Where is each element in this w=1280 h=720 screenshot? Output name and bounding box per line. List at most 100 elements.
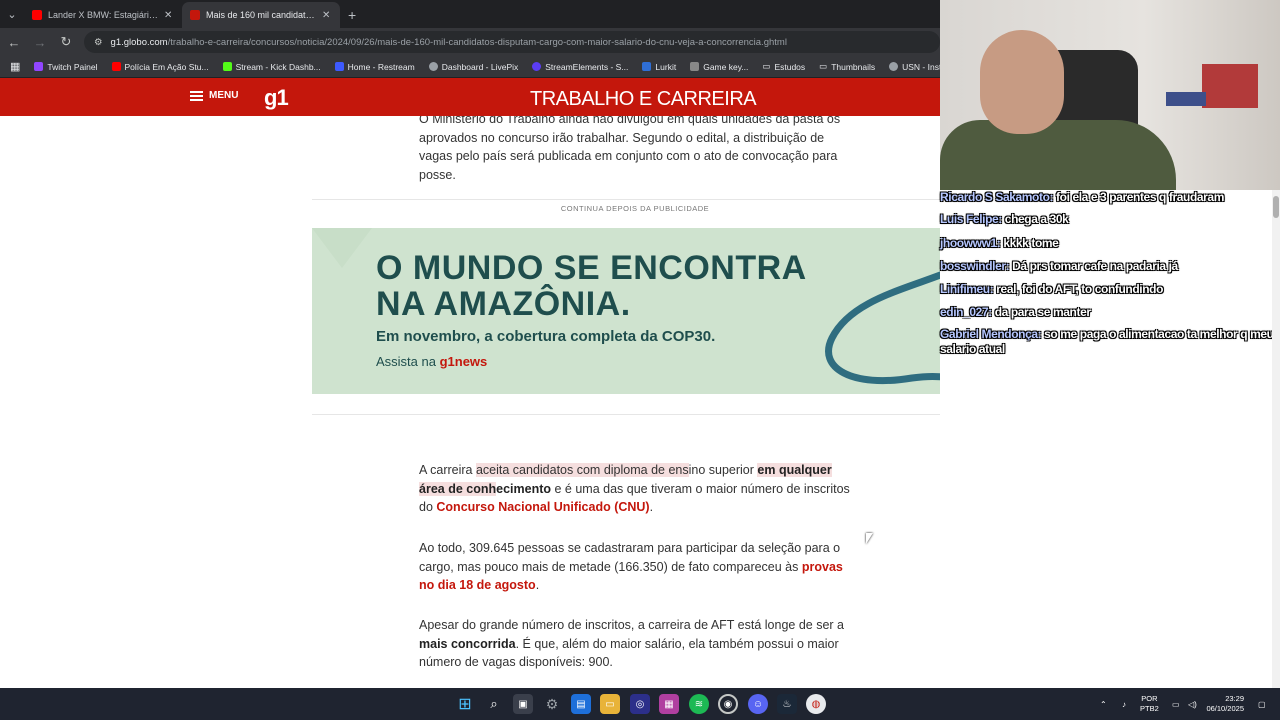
tab-g1-article[interactable]: Mais de 160 mil candidatos disp ✕ [182,2,340,28]
language-code: POR [1141,694,1158,703]
search-icon[interactable]: ⌕ [484,694,504,714]
photos-icon[interactable]: ▤ [571,694,591,714]
bold-text: mais concorrida [419,636,516,651]
steam-icon[interactable]: ♨ [777,694,797,714]
chat-overlay: Ricardo S Sakamoto: foi ela e 3 parentes… [940,190,1280,688]
windows-start-icon[interactable]: ⊞ [455,694,475,714]
bookmark-policia[interactable]: Polícia Em Ação Stu... [106,62,215,72]
highlighted-text: aceita candidatos com diploma de ens [475,463,689,477]
bookmark-folder-estudos[interactable]: ▭ Estudos [756,61,811,72]
bookmark-kick[interactable]: Stream - Kick Dashb... [217,62,327,72]
new-tab-button[interactable]: + [340,2,364,28]
streaming-app-icon[interactable]: ▦ [659,694,679,714]
notifications-icon[interactable]: ▢ [1258,688,1266,720]
chat-text: da para se manter [991,305,1091,319]
url-path: /trabalho-e-carreira/concursos/noticia/2… [167,36,787,48]
youtube-icon [111,62,121,71]
chrome-icon[interactable]: ◍ [806,694,826,714]
settings-icon[interactable]: ⚙ [542,694,562,714]
chat-text: chega a 30k [1001,212,1069,226]
bookmark-label: StreamElements - S... [545,61,629,72]
close-icon[interactable]: ✕ [322,10,332,21]
tab-search-icon[interactable]: ⌄ [0,0,24,28]
scrollbar-thumb[interactable] [1273,196,1279,218]
bookmark-label: Game key... [703,61,749,72]
site-info-icon[interactable]: ⚙ [94,37,103,48]
forward-icon[interactable]: → [28,30,52,54]
ad-label: CONTINUA DEPOIS DA PUBLICIDADE [560,204,710,213]
tab-lander-x-bmw[interactable]: Lander X BMW: Estagiário de Inves ✕ [24,2,182,28]
webcam-shelf-object [1202,64,1258,108]
ad-headline-line: NA AMAZÔNIA. [376,285,631,323]
bookmark-streamelements[interactable]: StreamElements - S... [526,62,634,72]
back-icon[interactable]: ← [2,30,26,54]
hamburger-icon [190,90,203,101]
livepix-icon [428,62,438,71]
text-span: ino superior [688,463,758,477]
webcam-shelf-object [1166,92,1206,106]
bookmark-lurkit[interactable]: Lurkit [636,62,682,72]
bookmark-label: Home - Restream [347,61,415,72]
discord-icon[interactable]: ☺ [748,694,768,714]
close-icon[interactable]: ✕ [164,10,174,21]
bookmark-livepix[interactable]: Dashboard - LivePix [423,62,525,72]
system-clock[interactable]: 23:29 06/10/2025 [1206,694,1244,714]
bookmark-folder-thumbnails[interactable]: ▭ Thumbnails [813,61,881,72]
microphone-icon[interactable]: ♪ [1122,688,1126,720]
obs-icon[interactable]: ◉ [718,694,738,714]
file-explorer-icon[interactable]: ▭ [600,694,620,714]
section-title[interactable]: TRABALHO E CARREIRA [530,88,757,111]
bookmark-label: Polícia Em Ação Stu... [124,61,209,72]
bookmark-label: Twitch Painel [47,61,98,72]
ad-headline-line: O MUNDO SE ENCONTRA [376,249,807,287]
advertisement-banner[interactable]: O MUNDO SE ENCONTRA NA AMAZÔNIA. Em nove… [312,228,940,394]
bookmark-label: Lurkit [655,61,677,72]
g1-logo[interactable]: g1 [264,85,289,111]
bookmark-label: USN - Instituto Jone... [902,61,940,72]
input-language[interactable]: POR PTB2 [1140,694,1159,714]
bookmark-usn[interactable]: USN - Instituto Jone... [883,62,940,72]
article-paragraph: O Ministério do Trabalho ainda não divul… [419,116,841,182]
chat-username: edin_027: [940,305,992,319]
divider [312,414,940,415]
address-bar[interactable]: ⚙ g1.globo.com/trabalho-e-carreira/concu… [84,31,940,53]
spotify-icon[interactable]: ≋ [689,694,709,714]
bookmark-label: Estudos [774,61,806,72]
bookmark-label: Stream - Kick Dashb... [235,61,321,72]
article-paragraph: Ao todo, 309.645 pessoas se cadastraram … [419,539,859,595]
volume-icon[interactable]: ◁) [1188,688,1197,720]
clock-time: 23:29 [1225,694,1244,703]
menu-label: MENU [209,90,239,101]
bold-text: ecimento [496,481,552,496]
chat-message: bosswindler: Dá prs tomar cafe na padari… [940,259,1276,274]
youtube-icon [32,10,42,20]
usn-icon [889,62,899,71]
lurkit-icon [642,62,652,71]
site-header: MENU g1 TRABALHO E CARREIRA [0,78,940,116]
chat-username: Luis Felipe: [940,212,1002,226]
browser-toolbar: ← → ↻ ⚙ g1.globo.com/trabalho-e-carreira… [0,28,940,56]
scrollbar[interactable] [1272,190,1280,688]
chat-text: kkkk tome [1000,236,1059,250]
task-view-icon[interactable]: ▣ [513,694,533,714]
reload-icon[interactable]: ↻ [54,30,78,54]
apps-icon[interactable]: ▦ [4,60,26,73]
chat-message: Ricardo S Sakamoto: foi ela e 3 parentes… [940,190,1276,205]
bookmark-twitch-painel[interactable]: Twitch Painel [28,62,103,72]
folder-icon: ▭ [762,61,771,71]
tray-overflow-icon[interactable]: ⌃ [1100,688,1107,720]
app-icon[interactable]: ◎ [630,694,650,714]
chat-message: Gabriel Mendonça: so me paga o alimentac… [940,327,1276,357]
streamelements-icon [532,62,542,71]
bookmark-game-key[interactable]: Game key... [684,62,754,72]
cnu-link[interactable]: Concurso Nacional Unificado (CNU) [436,500,649,514]
text-span: Apesar do grande número de inscritos, a … [419,618,845,632]
bookmark-restream[interactable]: Home - Restream [329,62,421,72]
network-icon[interactable]: ▭ [1172,688,1180,720]
text-span: . [535,578,540,592]
ad-cta: Assista na g1news [376,354,487,369]
tab-title: Lander X BMW: Estagiário de Inves [48,10,158,20]
text-span: Ao todo, 309.645 pessoas se cadastraram … [419,541,841,574]
menu-button[interactable]: MENU [190,90,238,101]
folder-icon: ▭ [819,61,828,71]
